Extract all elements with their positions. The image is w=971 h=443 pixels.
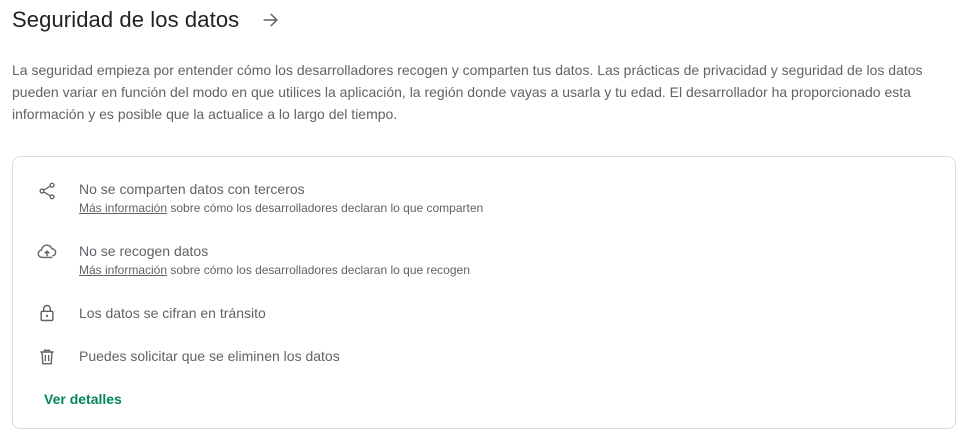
see-more-button[interactable] [259, 8, 283, 32]
section-description: La seguridad empieza por entender cómo l… [12, 62, 923, 122]
arrow-forward-icon [263, 13, 279, 27]
see-details-link[interactable]: Ver detalles [44, 389, 122, 409]
item-subtitle: Más información sobre cómo los desarroll… [79, 262, 470, 278]
item-title: No se comparten datos con terceros [79, 181, 305, 197]
more-info-link[interactable]: Más información [79, 201, 167, 215]
item-subtitle-text: sobre cómo los desarrolladores declaran … [167, 201, 484, 215]
section-header: Seguridad de los datos [12, 4, 283, 36]
data-safety-card: No se comparten datos con terceros Más i… [12, 156, 956, 429]
cloud-upload-icon [37, 242, 57, 262]
share-icon [37, 181, 57, 201]
item-title: Puedes solicitar que se eliminen los dat… [79, 348, 340, 364]
item-title: No se recogen datos [79, 243, 209, 259]
section-title: Seguridad de los datos [12, 7, 240, 32]
trash-icon [37, 347, 57, 367]
item-subtitle: Más información sobre cómo los desarroll… [79, 200, 483, 216]
more-info-link[interactable]: Más información [79, 263, 167, 277]
item-subtitle-text: sobre cómo los desarrolladores declaran … [167, 263, 470, 277]
lock-icon [37, 303, 57, 323]
item-title: Los datos se cifran en tránsito [79, 305, 266, 321]
